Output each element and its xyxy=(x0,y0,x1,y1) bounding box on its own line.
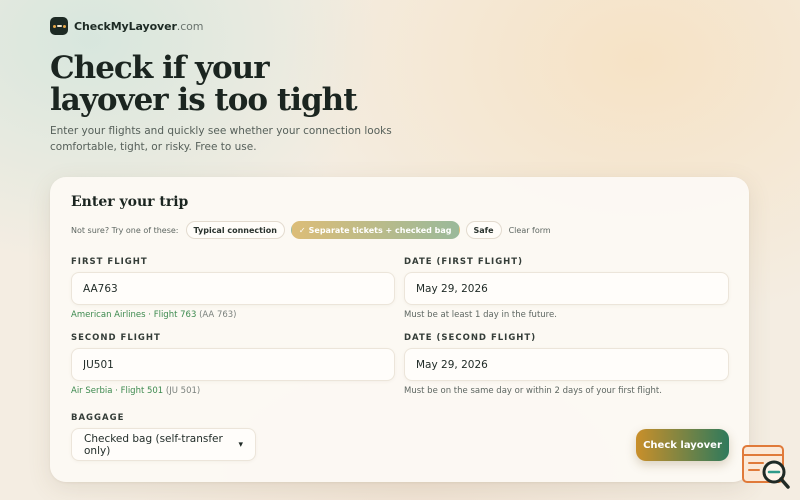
second-date-input[interactable] xyxy=(404,348,729,381)
preset-label: Typical connection xyxy=(193,225,277,235)
brand-tld: .com xyxy=(176,19,204,33)
first-flight-input[interactable] xyxy=(71,272,395,305)
clear-form-link[interactable]: Clear form xyxy=(509,226,551,235)
preset-safe[interactable]: Safe xyxy=(465,221,502,239)
preset-label: Separate tickets + checked bag xyxy=(308,225,452,235)
first-date-label: DATE (FIRST FLIGHT) xyxy=(404,257,523,267)
preset-bar: Not sure? Try one of these: Typical conn… xyxy=(71,221,551,239)
brand-name-text: CheckMyLayover xyxy=(74,19,177,33)
baggage-select[interactable]: Checked bag (self-transfer only) ▾ xyxy=(71,428,256,461)
preset-separate-tickets[interactable]: ✓ Separate tickets + checked bag xyxy=(290,221,460,239)
first-flight-code: (AA 763) xyxy=(199,310,237,320)
search-widget-icon[interactable] xyxy=(741,444,791,490)
first-flight-label: FIRST FLIGHT xyxy=(71,257,148,267)
baggage-selected-value: Checked bag (self-transfer only) xyxy=(84,432,223,457)
preset-label: Safe xyxy=(473,225,494,235)
second-date-label: DATE (SECOND FLIGHT) xyxy=(404,333,537,343)
preset-typical-connection[interactable]: Typical connection xyxy=(185,221,285,239)
page-title: Check if your layover is too tight xyxy=(50,52,470,116)
first-flight-hint: American Airlines · Flight 763 (AA 763) xyxy=(71,310,237,320)
baggage-label: BAGGAGE xyxy=(71,413,125,423)
brand[interactable]: CheckMyLayover.com xyxy=(50,17,203,35)
second-flight-label: SECOND FLIGHT xyxy=(71,333,161,343)
trip-form-card: Enter your trip Not sure? Try one of the… xyxy=(50,177,749,482)
airplane-logo-icon xyxy=(50,17,68,35)
presets-label: Not sure? Try one of these: xyxy=(71,225,179,235)
first-date-hint: Must be at least 1 day in the future. xyxy=(404,310,557,320)
page-subtitle: Enter your flights and quickly see wheth… xyxy=(50,125,392,153)
check-icon: ✓ xyxy=(298,225,306,235)
second-flight-input[interactable] xyxy=(71,348,395,381)
form-title: Enter your trip xyxy=(71,194,189,210)
title-line-1: Check if your xyxy=(50,50,270,86)
title-line-2: layover is too tight xyxy=(50,82,358,118)
chevron-down-icon: ▾ xyxy=(238,439,243,450)
second-flight-airline: Air Serbia · Flight 501 xyxy=(71,386,164,396)
second-date-hint: Must be on the same day or within 2 days… xyxy=(404,386,662,396)
first-flight-airline: American Airlines · Flight 763 xyxy=(71,310,197,320)
check-layover-button[interactable]: Check layover xyxy=(636,429,729,461)
second-flight-hint: Air Serbia · Flight 501 (JU 501) xyxy=(71,386,200,396)
second-flight-code: (JU 501) xyxy=(165,386,201,396)
first-date-input[interactable] xyxy=(404,272,729,305)
brand-name: CheckMyLayover.com xyxy=(74,20,203,33)
